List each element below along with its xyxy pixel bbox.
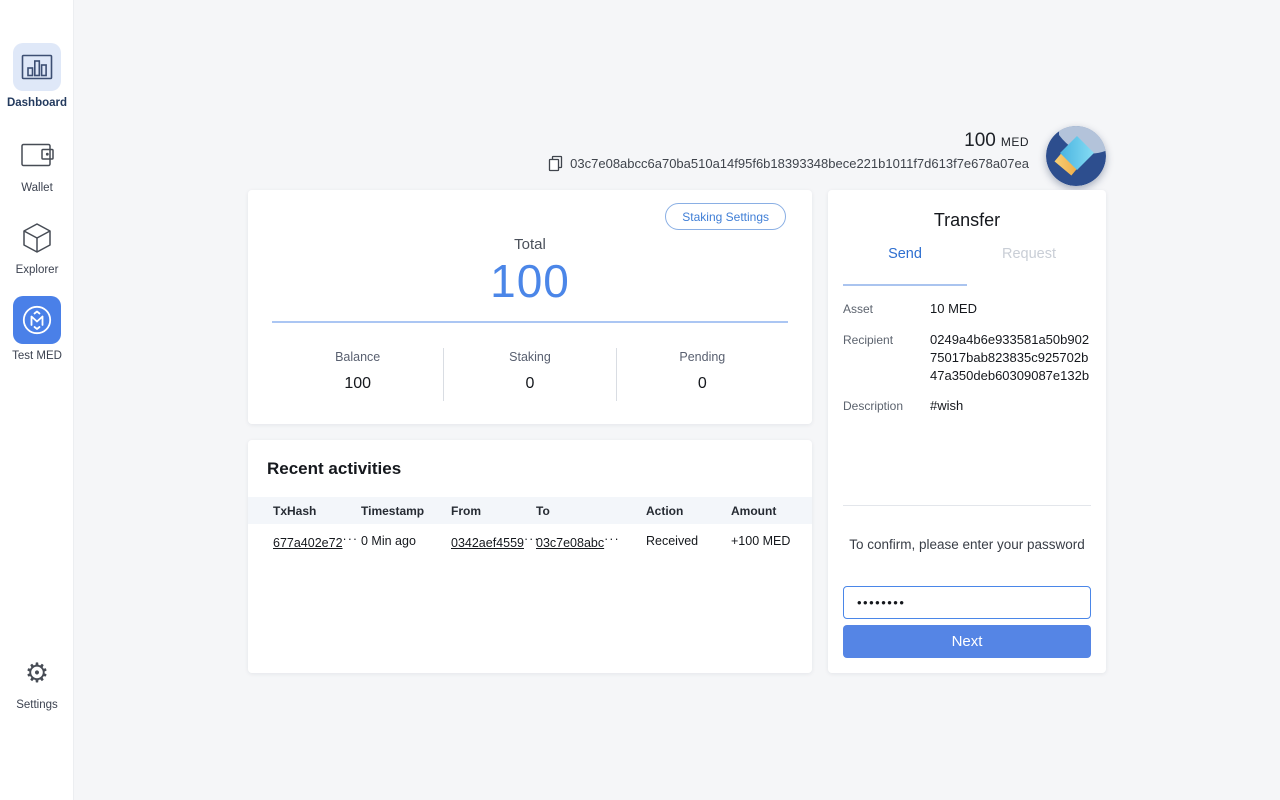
amount-cell: +100 MED: [731, 534, 791, 548]
sidebar-item-wallet[interactable]: Wallet: [0, 138, 74, 194]
ellipsis: ···: [604, 532, 620, 546]
gear-icon: ⚙: [24, 658, 50, 689]
next-button[interactable]: Next: [843, 625, 1091, 658]
balance-stats-row: Balance 100 Staking 0 Pending 0: [272, 348, 788, 401]
stat-label: Balance: [335, 350, 381, 364]
password-input[interactable]: [843, 586, 1091, 619]
field-value: 0249a4b6e933581a50b90275017bab823835c925…: [930, 332, 1090, 383]
field-label: Recipient: [843, 333, 894, 347]
table-row: 677a402e72··· 0 Min ago 0342aef4559··· 0…: [248, 524, 812, 558]
balance-unit: MED: [1000, 135, 1029, 149]
txhash-cell: 677a402e72···: [273, 532, 361, 550]
stat-value: 0: [697, 375, 707, 392]
from-cell: 0342aef4559···: [451, 532, 539, 550]
sidebar-item-label: Wallet: [21, 182, 53, 194]
column-header: Timestamp: [361, 503, 425, 518]
txhash-link[interactable]: 677a402e72: [273, 536, 343, 550]
sidebar-item-test-med[interactable]: Test MED: [0, 296, 74, 362]
to-link[interactable]: 03c7e08abc: [536, 536, 604, 550]
balance-amount: 100: [964, 130, 996, 151]
field-asset: Asset 10 MED: [843, 300, 1091, 318]
sidebar-item-label: Dashboard: [6, 97, 68, 109]
field-description: Description #wish: [843, 397, 1091, 415]
column-header: TxHash: [273, 503, 317, 518]
divider: [843, 505, 1091, 506]
sidebar-item-dashboard[interactable]: Dashboard: [0, 43, 74, 109]
sidebar-item-label: Explorer: [15, 264, 59, 276]
stat-pending: Pending 0: [615, 348, 788, 401]
med-logo-icon: [13, 296, 61, 344]
account-address: 03c7e08abcc6a70ba510a14f95f6b18393348bec…: [570, 156, 1029, 171]
staking-settings-button[interactable]: Staking Settings: [665, 203, 786, 230]
stat-label: Pending: [679, 350, 726, 364]
bar-chart-icon: [13, 43, 61, 91]
stat-balance: Balance 100: [272, 348, 443, 401]
total-label: Total: [514, 236, 546, 253]
med-coin-logo: [1046, 126, 1106, 186]
ellipsis: ···: [342, 532, 359, 546]
sidebar-item-label: Test MED: [12, 350, 62, 362]
field-value: #wish: [930, 398, 964, 413]
copy-icon[interactable]: [548, 155, 563, 172]
field-label: Description: [843, 399, 904, 413]
transfer-card: Transfer Send Request Asset 10 MED Recip…: [828, 190, 1106, 673]
activities-table-header: TxHash Timestamp From To Action Amount: [248, 497, 812, 524]
field-recipient: Recipient 0249a4b6e933581a50b90275017bab…: [843, 331, 1091, 385]
column-header: Amount: [731, 503, 777, 518]
stat-label: Staking: [509, 350, 551, 364]
total-underline: [272, 321, 788, 323]
total-value: 100: [490, 255, 570, 307]
total-balance-card: Staking Settings Total 100 Balance 100 S…: [248, 190, 812, 424]
recent-activities-card: Recent activities TxHash Timestamp From …: [248, 440, 812, 673]
stat-value: 100: [344, 375, 372, 392]
account-balance: 100 MED: [964, 130, 1029, 152]
column-header: Action: [646, 503, 684, 518]
to-cell: 03c7e08abc···: [536, 532, 646, 550]
account-address-row: 03c7e08abcc6a70ba510a14f95f6b18393348bec…: [548, 155, 1029, 172]
wallet-icon: [18, 138, 56, 172]
field-label: Asset: [843, 302, 874, 316]
transfer-title: Transfer: [933, 210, 1001, 230]
field-value: 10 MED: [930, 301, 977, 316]
sidebar: Dashboard Wallet Explorer Test MED ⚙ Set…: [0, 0, 74, 800]
tab-send[interactable]: Send: [843, 246, 967, 286]
column-header: From: [451, 503, 481, 518]
sidebar-item-label: Settings: [16, 699, 58, 711]
action-cell: Received: [646, 534, 699, 548]
tab-request[interactable]: Request: [967, 246, 1091, 286]
timestamp-cell: 0 Min ago: [361, 534, 416, 548]
from-link[interactable]: 0342aef4559: [451, 536, 524, 550]
cube-icon: [19, 221, 55, 255]
stat-value: 0: [525, 375, 535, 392]
app-root: Dashboard Wallet Explorer Test MED ⚙ Set…: [0, 0, 1280, 800]
column-header: To: [536, 503, 550, 518]
transfer-tabs: Send Request: [843, 246, 1091, 286]
recent-activities-title: Recent activities: [267, 459, 402, 478]
stat-staking: Staking 0: [443, 348, 615, 401]
sidebar-item-settings[interactable]: ⚙ Settings: [0, 660, 74, 711]
confirm-password-prompt: To confirm, please enter your password: [849, 537, 1085, 552]
sidebar-item-explorer[interactable]: Explorer: [0, 221, 74, 276]
